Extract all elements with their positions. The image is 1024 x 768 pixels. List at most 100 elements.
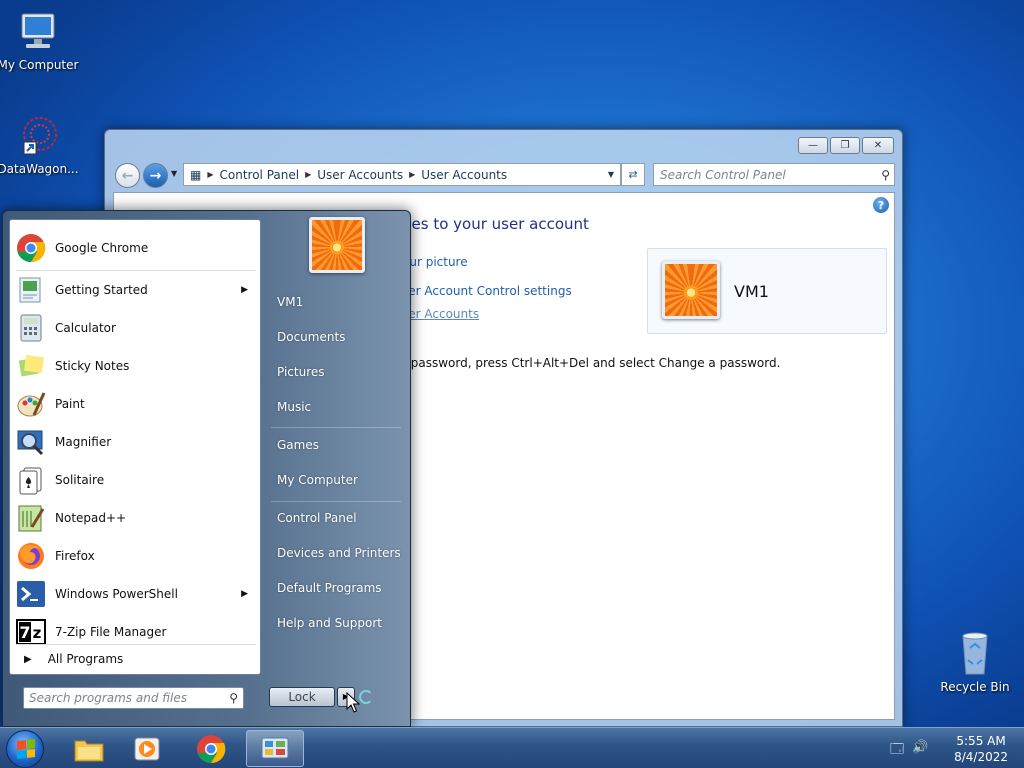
- desktop-icon-label: My Computer: [0, 58, 79, 72]
- taskbar-explorer-button[interactable]: [62, 730, 116, 767]
- chevron-right-icon[interactable]: ▶: [305, 170, 311, 179]
- magnifier-icon: [16, 427, 46, 457]
- start-item-documents[interactable]: Documents: [277, 330, 345, 344]
- program-item-notepadpp[interactable]: Notepad++: [10, 500, 260, 536]
- program-label: Calculator: [55, 321, 116, 335]
- sticky-notes-icon: [16, 351, 46, 381]
- start-search-input[interactable]: Search programs and files ⚲: [23, 687, 244, 709]
- address-dropdown-icon[interactable]: ▼: [608, 170, 614, 179]
- network-icon[interactable]: 🗔: [890, 740, 904, 762]
- uac-settings-link[interactable]: ser Account Control settings: [402, 284, 572, 298]
- start-item-music[interactable]: Music: [277, 400, 311, 414]
- minimize-button[interactable]: —: [798, 137, 828, 154]
- clock-time: 5:55 AM: [956, 734, 1006, 748]
- svg-text:7: 7: [19, 623, 30, 642]
- user-picture[interactable]: [309, 217, 365, 273]
- taskbar: 🗔 🔊 5:55 AM 8/4/2022: [0, 727, 1024, 768]
- manage-user-accounts-link[interactable]: ser Accounts: [402, 307, 479, 321]
- taskbar-chrome-button[interactable]: [184, 730, 238, 767]
- divider: [16, 270, 256, 271]
- submenu-arrow-icon[interactable]: ▶: [241, 589, 248, 599]
- breadcrumb-user-accounts[interactable]: User Accounts: [317, 168, 403, 182]
- divider: [271, 501, 401, 502]
- chrome-icon: [16, 233, 46, 263]
- desktop-icon-recycle-bin[interactable]: Recycle Bin: [933, 630, 1017, 694]
- start-item-my-computer[interactable]: My Computer: [277, 473, 358, 487]
- submenu-arrow-icon[interactable]: ▶: [241, 285, 248, 295]
- chrome-icon: [197, 734, 226, 763]
- program-label: Windows PowerShell: [55, 587, 178, 601]
- program-item-sticky-notes[interactable]: Sticky Notes: [10, 348, 260, 384]
- start-right-panel: VM1 Documents Pictures Music Games My Co…: [261, 211, 411, 728]
- help-icon[interactable]: ?: [873, 197, 889, 213]
- start-menu: Google Chrome Getting Started ▶ Calculat…: [2, 210, 411, 727]
- start-item-default-programs[interactable]: Default Programs: [277, 581, 382, 595]
- control-panel-icon: ▦: [190, 167, 202, 182]
- chevron-right-icon[interactable]: ▶: [207, 170, 213, 179]
- search-icon[interactable]: ⚲: [881, 168, 890, 182]
- firefox-icon: [16, 541, 46, 571]
- start-item-games[interactable]: Games: [277, 438, 319, 452]
- close-button[interactable]: ✕: [862, 137, 894, 154]
- program-item-windows-powershell[interactable]: Windows PowerShell ▶: [10, 576, 260, 612]
- clock[interactable]: 5:55 AM 8/4/2022: [954, 733, 1008, 765]
- address-bar[interactable]: ▦ ▶ Control Panel ▶ User Accounts ▶ User…: [183, 163, 621, 186]
- taskbar-media-player-button[interactable]: [120, 730, 174, 767]
- lock-button[interactable]: Lock: [269, 687, 335, 707]
- start-button[interactable]: [6, 730, 44, 768]
- program-item-solitaire[interactable]: Solitaire: [10, 462, 260, 498]
- chevron-right-icon[interactable]: ▶: [409, 170, 415, 179]
- clock-date: 8/4/2022: [954, 750, 1008, 764]
- paint-icon: [16, 389, 46, 419]
- all-programs-button[interactable]: ▶ All Programs: [24, 652, 123, 666]
- notepadpp-icon: [16, 503, 46, 533]
- search-icon[interactable]: ⚲: [229, 691, 238, 705]
- datawagon-shortcut-icon: [14, 112, 62, 160]
- start-item-user[interactable]: VM1: [277, 295, 303, 309]
- program-item-getting-started[interactable]: Getting Started ▶: [10, 272, 260, 308]
- chevron-right-icon: ▶: [24, 653, 32, 665]
- program-item-paint[interactable]: Paint: [10, 386, 260, 422]
- start-item-help-support[interactable]: Help and Support: [277, 616, 382, 630]
- program-item-google-chrome[interactable]: Google Chrome: [10, 230, 260, 266]
- change-picture-link[interactable]: our picture: [402, 255, 468, 269]
- mouse-cursor-icon: [346, 692, 360, 713]
- program-label: Sticky Notes: [55, 359, 130, 373]
- program-label: Getting Started: [55, 283, 148, 297]
- recent-pages-dropdown-icon[interactable]: ▼: [171, 169, 177, 178]
- program-label: Solitaire: [55, 473, 105, 487]
- svg-text:z: z: [33, 624, 42, 642]
- account-card: VM1: [647, 248, 887, 334]
- program-item-firefox[interactable]: Firefox: [10, 538, 260, 574]
- program-label: Firefox: [55, 549, 95, 563]
- loading-icon: [359, 690, 373, 704]
- program-label: Paint: [55, 397, 85, 411]
- desktop-icon-label: DataWagon...: [0, 162, 79, 176]
- taskbar-control-panel-button[interactable]: [246, 730, 304, 767]
- page-title: ges to your user account: [402, 215, 589, 233]
- desktop-icon-label: Recycle Bin: [940, 680, 1010, 694]
- windows-logo-icon: [17, 739, 35, 759]
- start-item-control-panel[interactable]: Control Panel: [277, 511, 357, 525]
- program-item-calculator[interactable]: Calculator: [10, 310, 260, 346]
- getting-started-icon: [16, 275, 46, 305]
- start-item-devices-printers[interactable]: Devices and Printers: [277, 546, 401, 560]
- maximize-button[interactable]: ❐: [830, 137, 860, 154]
- program-item-magnifier[interactable]: Magnifier: [10, 424, 260, 460]
- forward-button[interactable]: →: [143, 163, 168, 188]
- navigation-bar: ← → ▼ ▦ ▶ Control Panel ▶ User Accounts …: [113, 162, 895, 188]
- search-control-panel-input[interactable]: Search Control Panel ⚲: [653, 163, 895, 186]
- divider: [271, 427, 401, 428]
- breadcrumb-control-panel[interactable]: Control Panel: [220, 168, 300, 182]
- refresh-button[interactable]: ⇄: [621, 163, 645, 186]
- back-button[interactable]: ←: [115, 163, 140, 188]
- media-player-icon: [134, 737, 160, 760]
- desktop-icon-datawagon[interactable]: DataWagon...: [0, 112, 80, 176]
- account-name: VM1: [734, 282, 769, 301]
- desktop-icon-my-computer[interactable]: My Computer: [0, 8, 80, 72]
- start-item-pictures[interactable]: Pictures: [277, 365, 325, 379]
- 7zip-icon: 7z: [16, 617, 46, 647]
- volume-icon[interactable]: 🔊: [912, 740, 928, 762]
- breadcrumb-user-accounts-current[interactable]: User Accounts: [421, 168, 507, 182]
- calculator-icon: [16, 313, 46, 343]
